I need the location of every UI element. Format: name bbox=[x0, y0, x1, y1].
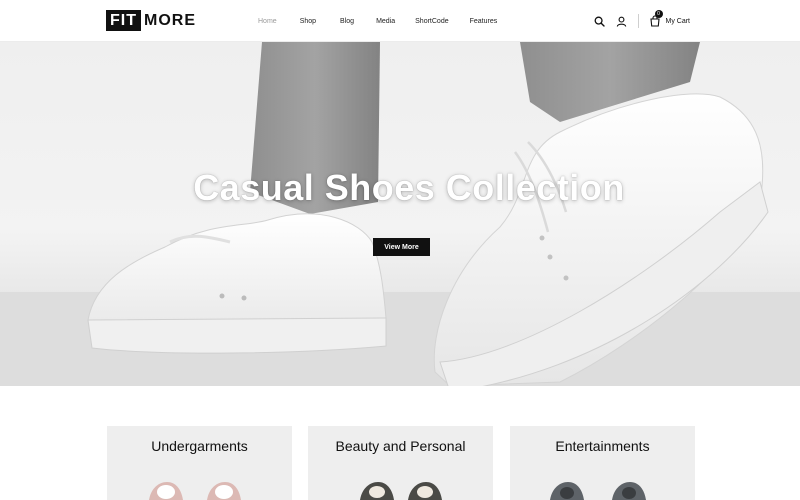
header-divider bbox=[637, 14, 639, 28]
category-title: Entertainments bbox=[555, 438, 650, 454]
nav-item-home[interactable]: Home bbox=[258, 18, 277, 25]
user-icon[interactable] bbox=[615, 14, 629, 28]
view-more-button[interactable]: View More bbox=[373, 238, 430, 256]
category-card-beauty-personal[interactable]: Beauty and Personal bbox=[308, 426, 493, 500]
search-icon[interactable] bbox=[593, 14, 607, 28]
cart-count-badge: 0 bbox=[654, 10, 663, 18]
category-card-entertainments[interactable]: Entertainments bbox=[510, 426, 695, 500]
category-card-undergarments[interactable]: Undergarments bbox=[107, 426, 292, 500]
nav-item-media[interactable]: Media bbox=[376, 18, 395, 25]
hero-title: Casual Shoes Collection bbox=[193, 167, 625, 208]
site-header: FIT MORE Home Shop Blog Media ShortCode … bbox=[0, 0, 800, 42]
hero-shoes-image bbox=[0, 42, 800, 386]
nav-item-shop[interactable]: Shop bbox=[300, 18, 316, 25]
logo-more-text: MORE bbox=[144, 12, 196, 29]
nav-item-blog[interactable]: Blog bbox=[340, 18, 354, 25]
logo-fit-text: FIT bbox=[106, 10, 141, 31]
nav-item-shortcode[interactable]: ShortCode bbox=[415, 18, 448, 25]
hero-banner: Casual Shoes Collection View More bbox=[0, 42, 800, 386]
category-title: Beauty and Personal bbox=[335, 438, 466, 454]
nav-item-features[interactable]: Features bbox=[470, 18, 498, 25]
logo[interactable]: FIT MORE bbox=[106, 10, 196, 31]
header-actions: 0 My Cart bbox=[593, 0, 691, 42]
category-title: Undergarments bbox=[151, 438, 248, 454]
cart-label: My Cart bbox=[665, 17, 691, 25]
main-nav: Home Shop Blog Media ShortCode Features bbox=[258, 0, 497, 42]
cart-button[interactable]: 0 My Cart bbox=[648, 10, 691, 28]
